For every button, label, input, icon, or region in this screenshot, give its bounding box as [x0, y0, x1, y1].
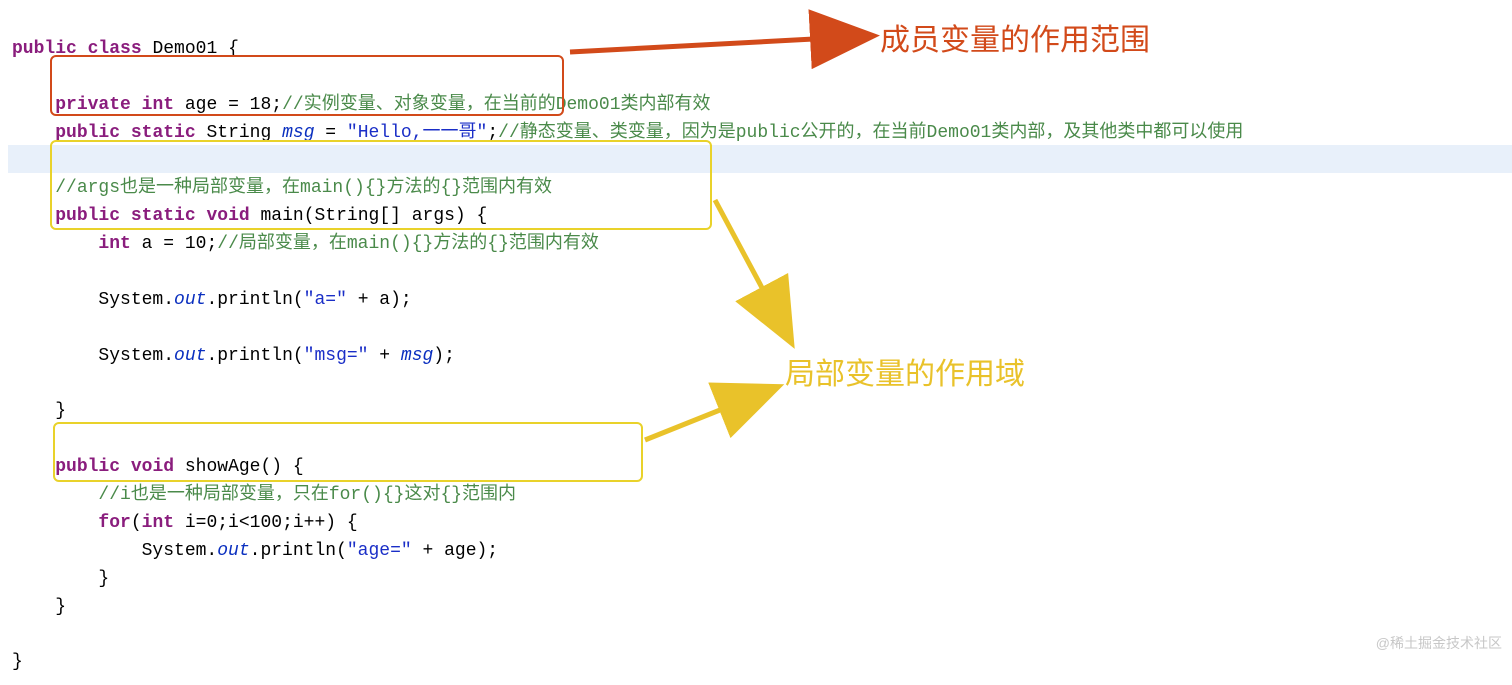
- watermark: @稀土掘金技术社区: [1376, 633, 1502, 655]
- arrow-yellow-2-icon: [0, 0, 1512, 661]
